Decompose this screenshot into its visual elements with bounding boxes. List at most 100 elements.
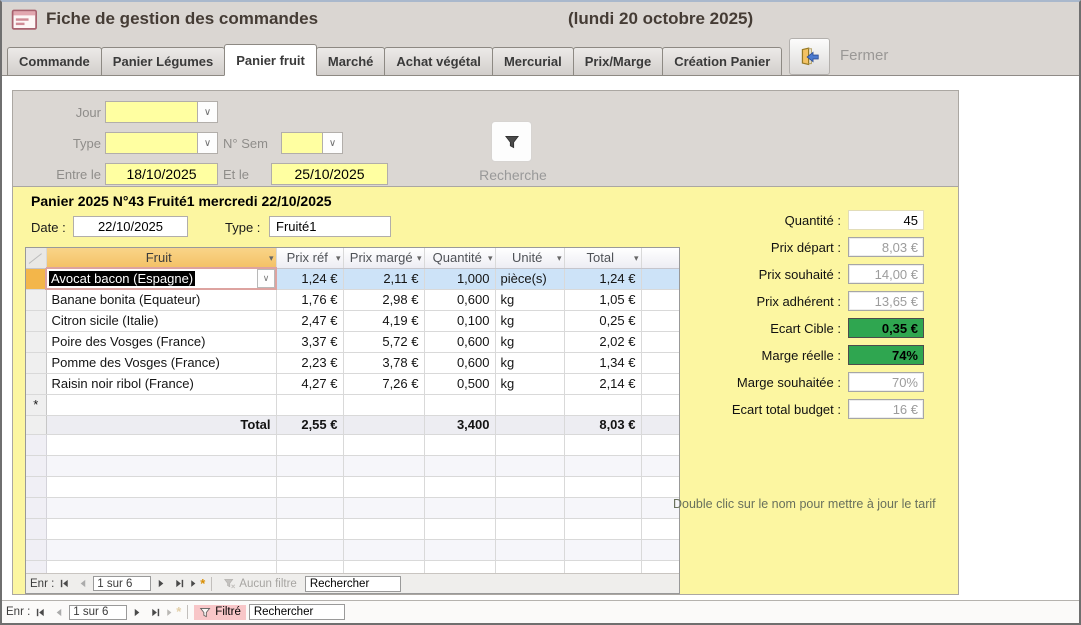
close-button[interactable] <box>789 38 830 75</box>
new-record-button[interactable]: * <box>166 605 181 620</box>
column-header-fruit[interactable]: Fruit▾ <box>46 248 276 268</box>
cell-quantite[interactable]: 0,500 <box>424 373 495 394</box>
next-record-button[interactable] <box>154 576 169 591</box>
row-selector[interactable] <box>26 289 46 310</box>
row-selector[interactable] <box>26 373 46 394</box>
cell-prix-ref[interactable]: 1,24 € <box>276 268 343 289</box>
tab-panier-fruit[interactable]: Panier fruit <box>224 44 317 76</box>
filter-arrow-icon[interactable]: ▾ <box>557 253 562 264</box>
previous-record-button[interactable] <box>75 576 90 591</box>
cell-total[interactable]: 1,34 € <box>564 352 641 373</box>
column-header-prix-ref[interactable]: Prix réf▾ <box>276 248 343 268</box>
row-selector[interactable] <box>26 331 46 352</box>
no-filter-indicator[interactable]: Aucun filtre <box>218 576 302 591</box>
column-header-prix-marge[interactable]: Prix margé▾ <box>343 248 424 268</box>
filter-arrow-icon[interactable]: ▾ <box>336 253 341 264</box>
tab-creation-panier[interactable]: Création Panier <box>662 47 782 76</box>
column-header-total[interactable]: Total▾ <box>564 248 641 268</box>
cell-quantite[interactable]: 0,600 <box>424 352 495 373</box>
date-from-field[interactable]: 18/10/2025 <box>105 163 218 185</box>
cell-total[interactable]: 2,14 € <box>564 373 641 394</box>
new-record-row: * <box>26 394 679 415</box>
header-bar: Fiche de gestion des commandes (lundi 20… <box>2 2 1079 76</box>
filter-arrow-icon[interactable]: ▾ <box>488 253 493 264</box>
cell-prix-ref[interactable]: 1,76 € <box>276 289 343 310</box>
cell-fruit[interactable]: Poire des Vosges (France) <box>46 331 276 352</box>
cell-unite[interactable]: kg <box>495 331 564 352</box>
cell-total[interactable]: 0,25 € <box>564 310 641 331</box>
cell-quantite[interactable]: 0,600 <box>424 289 495 310</box>
row-selector[interactable] <box>26 310 46 331</box>
cell-fruit[interactable]: Banane bonita (Equateur) <box>46 289 276 310</box>
column-header-unite[interactable]: Unité▾ <box>495 248 564 268</box>
chevron-down-icon[interactable]: ∨ <box>197 102 217 122</box>
tab-panier-legumes[interactable]: Panier Légumes <box>101 47 225 76</box>
cell-total[interactable]: 1,05 € <box>564 289 641 310</box>
date-to-field[interactable]: 25/10/2025 <box>271 163 388 185</box>
row-selector[interactable] <box>26 352 46 373</box>
cell-prix-marge[interactable]: 4,19 € <box>343 310 424 331</box>
filter-arrow-icon[interactable]: ▾ <box>417 253 422 264</box>
record-position-box[interactable]: 1 sur 6 <box>93 576 151 591</box>
tab-commande[interactable]: Commande <box>7 47 102 76</box>
column-header-quantite[interactable]: Quantité▾ <box>424 248 495 268</box>
cell-unite[interactable]: pièce(s) <box>495 268 564 289</box>
sem-combobox[interactable]: ∨ <box>281 132 343 154</box>
panier-date-field[interactable]: 22/10/2025 <box>73 216 188 237</box>
new-record-marker[interactable]: * <box>26 394 46 415</box>
fruit-combo-cell[interactable]: Avocat bacon (Espagne) ∨ <box>46 268 276 289</box>
cell-fruit[interactable]: Citron sicile (Italie) <box>46 310 276 331</box>
prix-souhaite-field: 14,00 € <box>848 264 924 284</box>
cell-prix-ref[interactable]: 2,23 € <box>276 352 343 373</box>
filtered-indicator[interactable]: Filtré <box>194 605 246 620</box>
cell-prix-marge[interactable]: 2,98 € <box>343 289 424 310</box>
cell-prix-marge[interactable]: 7,26 € <box>343 373 424 394</box>
row-selector[interactable] <box>26 268 46 289</box>
panier-type-field[interactable]: Fruité1 <box>269 216 391 237</box>
cell-unite[interactable]: kg <box>495 373 564 394</box>
cell-prix-ref[interactable]: 4,27 € <box>276 373 343 394</box>
filter-arrow-icon[interactable]: ▾ <box>634 253 639 264</box>
cell-prix-ref[interactable]: 3,37 € <box>276 331 343 352</box>
cell-fruit[interactable]: Pomme des Vosges (France) <box>46 352 276 373</box>
tab-marche[interactable]: Marché <box>316 47 386 76</box>
cell-prix-ref[interactable]: 2,47 € <box>276 310 343 331</box>
cell-quantite[interactable]: 1,000 <box>424 268 495 289</box>
cell-unite[interactable]: kg <box>495 352 564 373</box>
next-record-button[interactable] <box>130 605 145 620</box>
cell-fruit-empty[interactable] <box>46 394 276 415</box>
search-button[interactable] <box>491 121 532 162</box>
jour-combobox[interactable]: ∨ <box>105 101 218 123</box>
tab-achat-vegetal[interactable]: Achat végétal <box>384 47 493 76</box>
record-search-box[interactable]: Rechercher <box>305 576 401 592</box>
cell-unite[interactable]: kg <box>495 310 564 331</box>
last-record-button[interactable] <box>172 576 187 591</box>
record-search-box[interactable]: Rechercher <box>249 604 345 620</box>
quantite-field[interactable]: 45 <box>848 210 924 230</box>
record-position-box[interactable]: 1 sur 6 <box>69 605 127 620</box>
cell-total[interactable]: 2,02 € <box>564 331 641 352</box>
cell-prix-marge[interactable]: 3,78 € <box>343 352 424 373</box>
cell-fruit[interactable]: Raisin noir ribol (France) <box>46 373 276 394</box>
cell-total[interactable]: 1,24 € <box>564 268 641 289</box>
cell-prix-marge[interactable]: 2,11 € <box>343 268 424 289</box>
chevron-down-icon[interactable]: ∨ <box>257 269 275 288</box>
type-combobox[interactable]: ∨ <box>105 132 218 154</box>
previous-record-button[interactable] <box>51 605 66 620</box>
cell-unite[interactable]: kg <box>495 289 564 310</box>
select-all-corner[interactable] <box>26 248 46 268</box>
first-record-button[interactable] <box>33 605 48 620</box>
new-record-button[interactable]: * <box>190 576 205 591</box>
chevron-down-icon[interactable]: ∨ <box>197 133 217 153</box>
first-record-button[interactable] <box>57 576 72 591</box>
chevron-down-icon[interactable]: ∨ <box>322 133 342 153</box>
marge-reelle-label: Marge réelle : <box>671 348 841 363</box>
cell-quantite[interactable]: 0,600 <box>424 331 495 352</box>
tab-mercurial[interactable]: Mercurial <box>492 47 574 76</box>
cell-quantite[interactable]: 0,100 <box>424 310 495 331</box>
last-record-button[interactable] <box>148 605 163 620</box>
tab-prix-marge[interactable]: Prix/Marge <box>573 47 663 76</box>
empty-row <box>26 434 679 455</box>
cell-prix-marge[interactable]: 5,72 € <box>343 331 424 352</box>
filter-arrow-icon[interactable]: ▾ <box>269 253 274 264</box>
